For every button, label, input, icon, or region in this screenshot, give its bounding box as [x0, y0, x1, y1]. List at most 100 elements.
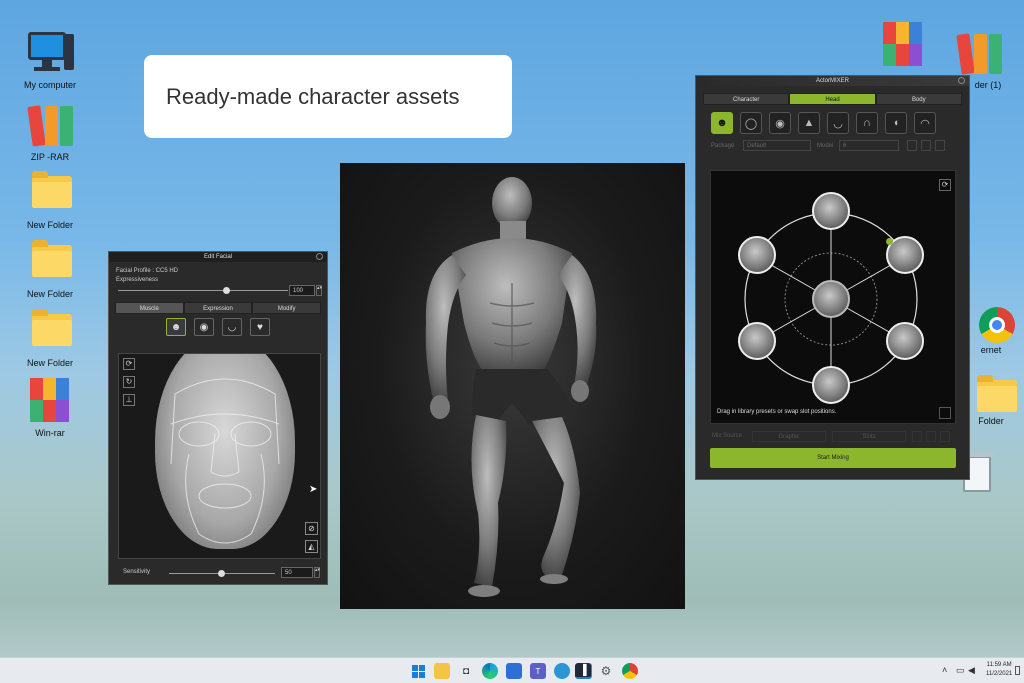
- start-icon[interactable]: [410, 663, 426, 679]
- edge-icon[interactable]: [482, 663, 498, 679]
- axis-icon[interactable]: ⊥: [123, 394, 135, 406]
- tab-expression[interactable]: Expression: [183, 302, 253, 314]
- link-icon[interactable]: ⊘: [305, 522, 318, 535]
- expand-icon[interactable]: [939, 407, 951, 419]
- app-icon-active[interactable]: ▐: [575, 663, 591, 679]
- actor-mixer-title: ActorMIXER: [815, 78, 849, 84]
- face-outline-icon[interactable]: ◯: [740, 112, 762, 134]
- reset-icon[interactable]: ⟳: [939, 179, 951, 191]
- options-icon[interactable]: [935, 140, 945, 151]
- desktop-icon-zip-rar[interactable]: ZIP -RAR: [15, 100, 85, 162]
- weight-handle-icon[interactable]: [886, 238, 893, 245]
- graphic-button[interactable]: Graphic: [752, 431, 826, 442]
- head-icon[interactable]: ☻: [166, 318, 186, 336]
- eye-icon[interactable]: ◉: [769, 112, 791, 134]
- desktop-icon-new-folder-2[interactable]: New Folder: [15, 237, 85, 299]
- desktop-icon-winrar-right[interactable]: [868, 20, 938, 72]
- head-icon[interactable]: ☻: [711, 112, 733, 134]
- start-mixing-button[interactable]: Start Mixing: [710, 448, 956, 468]
- desktop-icon-new-folder-1[interactable]: New Folder: [15, 168, 85, 230]
- tab-modify[interactable]: Modify: [252, 302, 322, 314]
- sensitivity-value[interactable]: 50: [281, 567, 313, 578]
- actor-mixer-tabs: Character Head Body: [703, 93, 962, 105]
- prev-icon[interactable]: [907, 140, 917, 151]
- desktop-icon-win-rar[interactable]: Win-rar: [15, 376, 85, 438]
- teams-icon[interactable]: T: [530, 663, 546, 679]
- lips-icon[interactable]: ◡: [222, 318, 242, 336]
- mixer-slot-lower-left[interactable]: [738, 322, 776, 360]
- mixer-slot-lower-right[interactable]: [886, 322, 924, 360]
- store-icon[interactable]: [506, 663, 522, 679]
- mix-source-row: Mix Source Graphic Slots: [710, 431, 956, 443]
- chrome-icon[interactable]: [622, 663, 638, 679]
- tab-character[interactable]: Character: [703, 93, 790, 105]
- expressiveness-slider[interactable]: [118, 290, 288, 291]
- tongue-icon[interactable]: ♥: [250, 318, 270, 336]
- clock-time: 11:59 AM: [986, 662, 1012, 668]
- expressiveness-slider-handle[interactable]: [223, 287, 230, 294]
- edit-facial-titlebar[interactable]: Edit Facial: [109, 252, 327, 262]
- desktop-icon-my-computer[interactable]: My computer: [15, 28, 85, 90]
- stepper-arrows-icon[interactable]: ▴▾: [316, 285, 322, 296]
- tool-c-icon[interactable]: [940, 431, 950, 442]
- rotate-icon[interactable]: ↻: [123, 376, 135, 388]
- muscle-tool-row: ☻ ◉ ◡ ♥: [109, 318, 327, 336]
- desktop-icon-label: New Folder: [26, 289, 73, 299]
- refresh-icon[interactable]: ⟳: [123, 358, 135, 370]
- ear-icon[interactable]: ◖: [885, 112, 907, 134]
- sensitivity-label: Sensitivity: [123, 569, 151, 575]
- muscular-male-figure: [425, 177, 597, 597]
- clock[interactable]: 11:59 AM 11/2/2021: [986, 661, 1012, 679]
- folder-icon: [26, 168, 74, 216]
- camera-icon[interactable]: ◘: [458, 663, 474, 679]
- caption-text: Ready-made character assets: [166, 83, 460, 109]
- next-icon[interactable]: [921, 140, 931, 151]
- tab-muscle[interactable]: Muscle: [115, 302, 184, 314]
- mouse-cursor-icon: ➤: [309, 484, 318, 495]
- hair-icon[interactable]: ◠: [914, 112, 936, 134]
- edit-facial-panel: Edit Facial Facial Profile : CC5 HD Expr…: [108, 251, 328, 585]
- mixer-slot-bottom[interactable]: [812, 366, 850, 404]
- stepper-arrows-icon[interactable]: ▴▾: [314, 567, 320, 578]
- mixer-slot-center[interactable]: [812, 280, 850, 318]
- folder-icon: [26, 306, 74, 354]
- model-select[interactable]: 6: [839, 140, 899, 151]
- model-label: Model: [817, 143, 834, 149]
- eye-icon[interactable]: ◉: [194, 318, 214, 336]
- notification-icon[interactable]: [1015, 666, 1020, 675]
- archive-books-icon: [955, 28, 1003, 76]
- volume-icon[interactable]: ◀: [968, 665, 975, 676]
- package-select[interactable]: Default: [743, 140, 811, 151]
- tray-chevron-icon[interactable]: ˄: [942, 665, 947, 675]
- mirror-icon[interactable]: ◭: [305, 540, 318, 553]
- jaw-icon[interactable]: ∩: [856, 112, 878, 134]
- mixer-slot-top[interactable]: [812, 192, 850, 230]
- sensitivity-slider-handle[interactable]: [218, 570, 225, 577]
- face-viewport[interactable]: ⟳ ↻ ⊥ ➤ ⊘ ◭: [118, 353, 321, 559]
- file-explorer-icon[interactable]: [434, 663, 450, 679]
- nose-icon[interactable]: ▲: [798, 112, 820, 134]
- character-model-image: [340, 163, 685, 609]
- mixer-slot-upper-left[interactable]: [738, 236, 776, 274]
- actor-mixer-titlebar[interactable]: ActorMIXER: [696, 76, 969, 86]
- archive-books-icon: [26, 100, 74, 148]
- photos-icon[interactable]: [554, 663, 570, 679]
- expressiveness-value[interactable]: 100: [289, 285, 315, 296]
- tab-head[interactable]: Head: [789, 93, 876, 105]
- clock-date: 11/2/2021: [986, 671, 1013, 677]
- winrar-icon: [879, 20, 927, 68]
- mixer-viewport[interactable]: ⟳ Drag in library presets or swap slot p…: [710, 170, 956, 424]
- lips-icon[interactable]: ◡: [827, 112, 849, 134]
- slots-button[interactable]: Slots: [832, 431, 906, 442]
- folder-icon: [26, 237, 74, 285]
- edit-facial-tabs: Muscle Expression Modify: [115, 302, 322, 314]
- network-icon[interactable]: ▭: [956, 665, 965, 676]
- tool-a-icon[interactable]: [912, 431, 922, 442]
- tab-body[interactable]: Body: [875, 93, 962, 105]
- tool-b-icon[interactable]: [926, 431, 936, 442]
- desktop-icon-new-folder-3[interactable]: New Folder: [15, 306, 85, 368]
- close-icon[interactable]: [958, 77, 965, 84]
- desktop-icon-label: New Folder: [26, 220, 73, 230]
- settings-icon[interactable]: ⚙: [598, 663, 614, 679]
- close-icon[interactable]: [316, 253, 323, 260]
